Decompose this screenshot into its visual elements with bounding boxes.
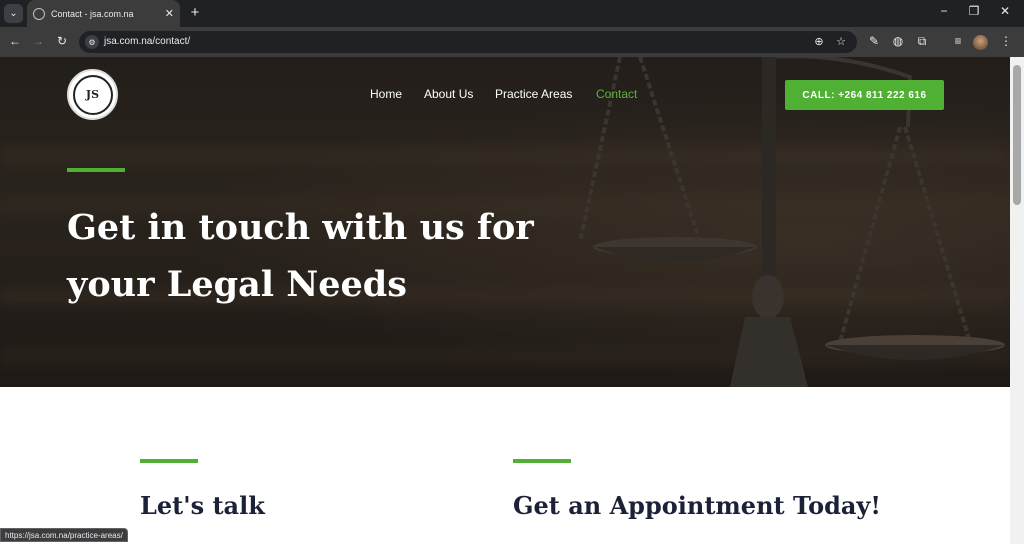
globe-icon [33,7,45,20]
hero-accent-line [67,168,125,172]
window-close-icon[interactable]: ✕ [996,4,1014,18]
eyedropper-icon[interactable]: ✎ [866,34,882,48]
page-scrollbar[interactable] [1010,57,1024,544]
star-icon[interactable]: ☆ [834,35,848,48]
forward-icon[interactable]: → [30,34,46,48]
scrollbar-thumb[interactable] [1013,65,1021,205]
nav-contact[interactable]: Contact [596,87,637,101]
zoom-icon[interactable]: ⊕ [812,35,826,48]
back-icon[interactable]: ← [7,34,23,48]
url-text[interactable]: jsa.com.na/contact/ [104,36,190,47]
browser-tab[interactable]: Contact - jsa.com.na ✕ [27,0,180,27]
extension-circle-icon[interactable]: ◍ [890,34,906,48]
address-bar[interactable]: ⚙ jsa.com.na/contact/ ⊕ ☆ [79,31,857,53]
lets-talk-title: Let's talk [140,491,265,520]
appointment-title: Get an Appointment Today! [513,491,881,520]
nav-home[interactable]: Home [370,87,402,101]
reload-icon[interactable]: ↻ [54,34,70,48]
tab-close-icon[interactable]: ✕ [165,7,174,20]
menu-icon[interactable]: ⋮ [998,34,1014,48]
minimize-icon[interactable]: − [935,4,953,18]
profile-avatar[interactable] [973,35,988,50]
site-logo[interactable]: JS [67,69,118,120]
new-tab-icon[interactable]: + [186,4,204,21]
hero-title: Get in touch with us for your Legal Need… [67,207,534,305]
tab-search-icon[interactable]: ⌄ [4,4,23,23]
appointment-accent-line [513,459,571,463]
page-viewport: JS Home About Us Practice Areas Contact … [0,57,1010,544]
nav-practice-areas[interactable]: Practice Areas [495,87,572,101]
site-info-icon[interactable]: ⚙ [85,35,99,49]
extensions-icon[interactable]: ⧉ [914,34,930,49]
tab-title: Contact - jsa.com.na [51,8,134,19]
nav-about-us[interactable]: About Us [424,87,473,101]
logo-text: JS [72,74,113,115]
link-status-bar: https://jsa.com.na/practice-areas/ [0,528,128,542]
call-button[interactable]: CALL: +264 811 222 616 [785,80,944,110]
hero-section: JS Home About Us Practice Areas Contact … [0,57,1010,387]
reading-list-icon[interactable]: ≡ [950,34,966,48]
restore-icon[interactable]: ❐ [965,4,983,18]
browser-tab-bar: ⌄ Contact - jsa.com.na ✕ + − ❐ ✕ [0,0,1024,27]
lets-talk-accent-line [140,459,198,463]
